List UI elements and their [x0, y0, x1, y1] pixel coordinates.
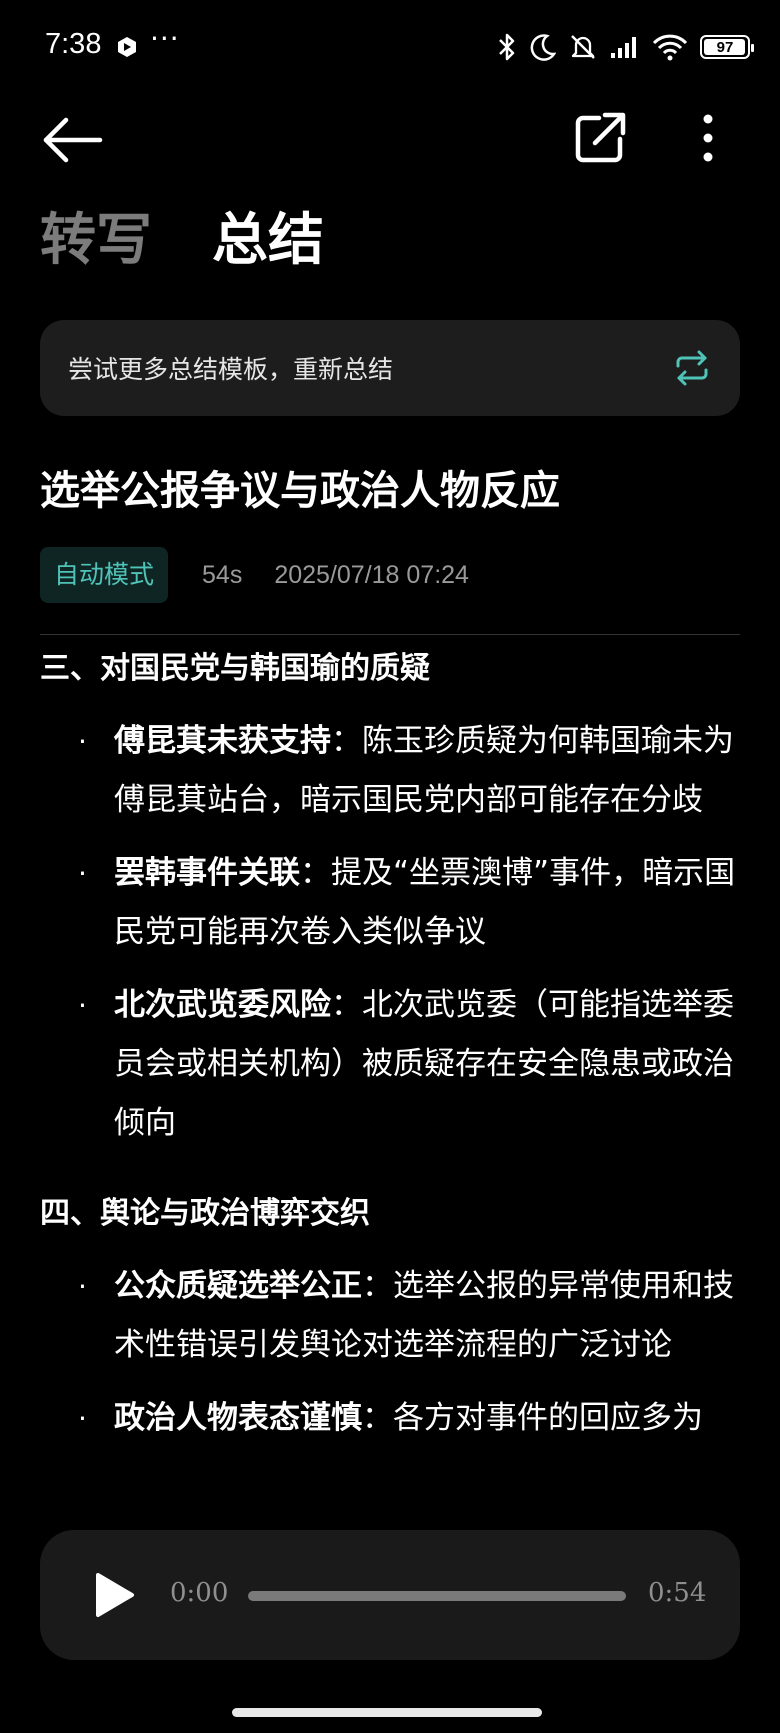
divider — [40, 634, 740, 635]
recording-datetime: 2025/07/18 07:24 — [274, 560, 469, 589]
bullet-dot: · — [78, 857, 87, 890]
recording-duration: 54s — [202, 560, 243, 589]
item-key: 北次武览委风险 — [114, 987, 331, 1023]
app-icon — [118, 37, 136, 57]
signal-icon — [611, 37, 636, 58]
play-icon[interactable] — [88, 1570, 138, 1620]
list-item: · 政治人物表态谨慎：各方对事件的回应多为 — [78, 1389, 740, 1448]
template-banner-text: 尝试更多总结模板，重新总结 — [68, 355, 394, 384]
screen: 7:38 ··· 97 转写 总结 尝试更多总结模板，重新总结 选举公报争议与政… — [0, 0, 780, 1733]
status-more-dots: ··· — [150, 22, 180, 55]
refresh-icon[interactable] — [672, 348, 712, 388]
item-key: 公众质疑选举公正 — [114, 1268, 362, 1304]
item-key: 政治人物表态谨慎 — [114, 1400, 362, 1436]
section-heading: 三、对国民党与韩国瑜的质疑 — [40, 651, 430, 686]
status-time: 7:38 — [45, 28, 102, 60]
meta-row: 自动模式 54s 2025/07/18 07:24 — [40, 547, 469, 603]
page-title: 选举公报争议与政治人物反应 — [40, 468, 560, 514]
current-time: 0:00 — [170, 1578, 229, 1608]
wifi-icon — [652, 34, 688, 61]
status-icons: 97 — [496, 30, 754, 64]
bullet-dot: · — [78, 1402, 87, 1435]
bluetooth-icon — [499, 33, 515, 61]
list-item: · 公众质疑选举公正：选举公报的异常使用和技术性错误引发舆论对选举流程的广泛讨论 — [78, 1257, 740, 1375]
arrow-left-icon[interactable] — [40, 110, 110, 170]
list-item: · 傅昆萁未获支持：陈玉珍质疑为何韩国瑜未为傅昆萁站台，暗示国民党内部可能存在分… — [78, 712, 740, 830]
progress-bar[interactable] — [248, 1591, 626, 1601]
tab-transcript[interactable]: 转写 — [40, 205, 152, 277]
status-bar: 7:38 ··· 97 — [0, 0, 780, 96]
mute-icon — [571, 35, 595, 59]
more-vertical-icon[interactable] — [690, 110, 726, 166]
item-key: 罢韩事件关联 — [114, 855, 300, 891]
moon-icon — [530, 34, 556, 61]
total-time: 0:54 — [648, 1578, 707, 1608]
tab-summary[interactable]: 总结 — [212, 205, 324, 277]
battery-icon: 97 — [700, 35, 754, 59]
home-indicator[interactable] — [232, 1708, 542, 1717]
section-heading: 四、舆论与政治博弈交织 — [40, 1196, 370, 1231]
bullet-dot: · — [78, 725, 87, 758]
audio-player: 0:00 0:54 — [40, 1530, 740, 1660]
template-banner[interactable]: 尝试更多总结模板，重新总结 — [40, 320, 740, 416]
item-key: 傅昆萁未获支持 — [114, 723, 331, 759]
item-text: ：各方对事件的回应多为 — [362, 1400, 703, 1436]
bullet-list: · 傅昆萁未获支持：陈玉珍质疑为何韩国瑜未为傅昆萁站台，暗示国民党内部可能存在分… — [40, 712, 740, 1153]
mode-badge[interactable]: 自动模式 — [40, 547, 169, 603]
bullet-dot: · — [78, 989, 87, 1022]
battery-level: 97 — [716, 38, 734, 56]
bullet-dot: · — [78, 1270, 87, 1303]
summary-content[interactable]: 三、对国民党与韩国瑜的质疑 · 傅昆萁未获支持：陈玉珍质疑为何韩国瑜未为傅昆萁站… — [40, 640, 740, 1488]
list-item: · 罢韩事件关联：提及“坐票澳博”事件，暗示国民党可能再次卷入类似争议 — [78, 844, 740, 962]
list-item: · 北次武览委风险：北次武览委（可能指选举委员会或相关机构）被质疑存在安全隐患或… — [78, 976, 740, 1153]
tab-bar: 转写 总结 — [40, 205, 324, 277]
bullet-list: · 公众质疑选举公正：选举公报的异常使用和技术性错误引发舆论对选举流程的广泛讨论… — [40, 1257, 740, 1448]
share-icon[interactable] — [575, 110, 627, 166]
